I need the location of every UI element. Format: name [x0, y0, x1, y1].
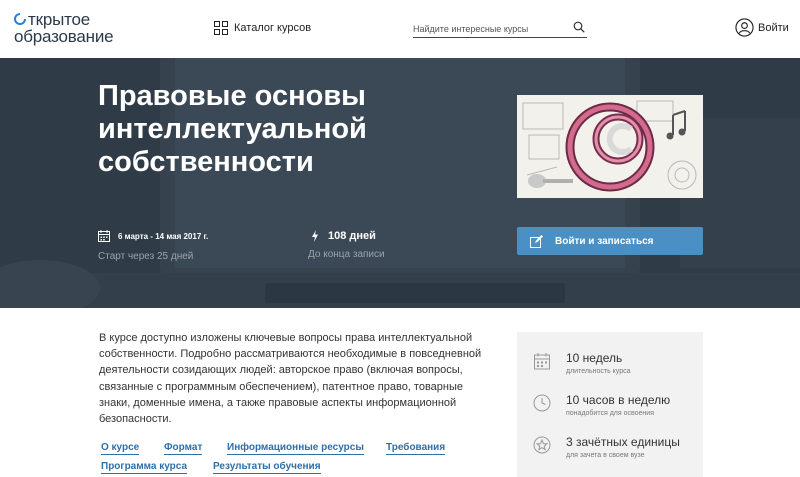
days-left-note: До конца записи — [308, 249, 385, 260]
logo-text-line2: образование — [14, 27, 114, 46]
course-title: Правовые основы интеллектуальной собстве… — [98, 80, 367, 178]
course-info-panel: 10 недель длительность курса 10 часов в … — [517, 332, 703, 477]
weekly-hours-value: 10 часов в неделю — [566, 393, 671, 407]
credits-value: 3 зачётных единицы — [566, 435, 680, 449]
search-icon[interactable] — [573, 21, 585, 33]
calendar-icon — [98, 230, 110, 242]
user-icon — [735, 18, 754, 37]
grid-icon — [214, 21, 228, 35]
link-course-program[interactable]: Программа курса — [101, 461, 188, 474]
days-left: 108 дней — [328, 230, 376, 242]
link-format[interactable]: Формат — [164, 442, 203, 455]
course-hero: Правовые основы интеллектуальной собстве… — [0, 58, 800, 308]
enroll-button[interactable]: Войти и записаться — [517, 227, 703, 255]
duration-value: 10 недель — [566, 351, 623, 365]
enroll-button-label: Войти и записаться — [555, 235, 654, 247]
catalog-button[interactable]: Каталог курсов — [214, 18, 311, 38]
clock-icon — [533, 394, 551, 412]
lightning-icon — [312, 230, 318, 242]
course-date-range: 6 марта - 14 мая 2017 г. — [118, 231, 209, 241]
logo-ring-icon — [14, 13, 26, 25]
search-input[interactable] — [413, 21, 563, 37]
login-button[interactable]: Войти — [735, 18, 789, 37]
enrollment-deadline: 108 дней До конца записи — [308, 230, 385, 260]
weekly-hours-caption: понадобится для освоения — [566, 410, 654, 417]
login-label: Войти — [758, 21, 789, 34]
link-information-resources[interactable]: Информационные ресурсы — [227, 442, 364, 455]
course-dates: 6 марта - 14 мая 2017 г. Старт через 25 … — [98, 230, 208, 262]
start-countdown: Старт через 25 дней — [98, 251, 194, 262]
link-learning-outcomes[interactable]: Результаты обучения — [213, 461, 321, 474]
search-box — [413, 19, 587, 38]
course-description: В курсе доступно изложены ключевые вопро… — [99, 332, 482, 426]
logo[interactable]: ткрытое образование — [14, 10, 124, 46]
info-duration: 10 недель длительность курса — [517, 351, 703, 392]
copyright-illustration — [517, 95, 703, 198]
course-cover-image — [517, 95, 703, 198]
link-about-course[interactable]: О курсе — [101, 442, 140, 455]
link-requirements[interactable]: Требования — [386, 442, 446, 455]
top-navigation-bar: ткрытое образование Каталог курсов Войти — [0, 0, 800, 58]
info-credits: 3 зачётных единицы для зачета в своем ву… — [517, 435, 703, 476]
catalog-label: Каталог курсов — [234, 22, 312, 34]
info-weekly-hours: 10 часов в неделю понадобится для освоен… — [517, 393, 703, 434]
duration-caption: длительность курса — [566, 368, 631, 375]
credits-caption: для зачета в своем вузе — [566, 452, 645, 459]
star-icon — [533, 436, 551, 454]
edit-icon — [530, 234, 543, 248]
calendar-icon — [534, 353, 550, 370]
